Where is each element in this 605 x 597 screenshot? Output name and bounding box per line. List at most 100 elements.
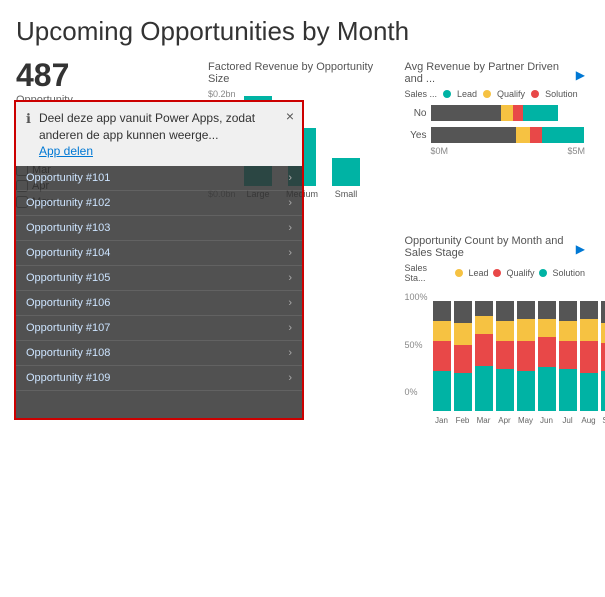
- info-icon: ℹ: [26, 111, 31, 127]
- tooltip-content: Deel deze app vanuit Power Apps, zodat a…: [39, 110, 292, 158]
- x-feb: Feb: [454, 416, 472, 425]
- tooltip-link[interactable]: App delen: [39, 144, 292, 158]
- overlay-panel: ℹ Deel deze app vanuit Power Apps, zodat…: [14, 100, 304, 420]
- hbar-x-axis: $0M $5M: [405, 146, 586, 156]
- opp-arrow-102: ›: [288, 197, 292, 209]
- stacked-col-sep: [601, 301, 605, 411]
- stacked-chart-title: Opportunity Count by Month and Sales Sta…: [405, 235, 576, 259]
- opp-name-102: Opportunity #102: [26, 197, 110, 209]
- hbar-legend-sales: Sales ...: [405, 89, 438, 99]
- hbar-seg-yes-2: [516, 127, 530, 143]
- stacked-solution-dot: [539, 269, 547, 277]
- stacked-col-aug: [580, 301, 598, 411]
- opp-name-108: Opportunity #108: [26, 347, 110, 359]
- opp-name-109: Opportunity #109: [26, 372, 110, 384]
- stacked-legend: Sales Sta... Lead Qualify Solution: [405, 263, 586, 283]
- stacked-col-jan: [433, 301, 451, 411]
- page-title: Upcoming Opportunities by Month: [16, 16, 589, 47]
- opp-name-101: Opportunity #101: [26, 172, 110, 184]
- hbar-row-no: No: [405, 105, 586, 121]
- list-item[interactable]: Opportunity #105 ›: [16, 266, 302, 291]
- hbar-seg-yes-1: [431, 127, 516, 143]
- solution-dot: [531, 90, 539, 98]
- hbar-chart-title-row: Avg Revenue by Partner Driven and ... ▶: [405, 61, 586, 89]
- x-mar: Mar: [475, 416, 493, 425]
- stacked-col-apr: [496, 301, 514, 411]
- hbar-x-0: $0M: [431, 146, 449, 156]
- stacked-col-jun: [538, 301, 556, 411]
- hbar-seg-yes-3: [530, 127, 542, 143]
- opp-arrow-105: ›: [288, 272, 292, 284]
- list-item[interactable]: Opportunity #106 ›: [16, 291, 302, 316]
- stacked-chart-area: 100% 50% 0%: [405, 287, 586, 427]
- stacked-bars-row: [405, 291, 605, 411]
- list-item[interactable]: Opportunity #108 ›: [16, 341, 302, 366]
- opp-name-106: Opportunity #106: [26, 297, 110, 309]
- x-jun: Jun: [538, 416, 556, 425]
- list-item[interactable]: Opportunity #109 ›: [16, 366, 302, 391]
- stacked-legend-sales: Sales Sta...: [405, 263, 451, 283]
- list-item[interactable]: Opportunity #101 ›: [16, 166, 302, 191]
- stacked-x-labels: Jan Feb Mar Apr May Jun Jul Aug Sep: [405, 416, 605, 425]
- stacked-chart-title-row: Opportunity Count by Month and Sales Sta…: [405, 235, 586, 263]
- bar-rect-small: [332, 158, 360, 186]
- hbar-chart-title: Avg Revenue by Partner Driven and ...: [405, 61, 576, 85]
- hbar-stack-yes: [431, 127, 584, 143]
- hbar-chart-panel: Avg Revenue by Partner Driven and ... ▶ …: [401, 57, 590, 223]
- hbar-legend: Sales ... Lead Qualify Solution: [405, 89, 586, 99]
- bar-label-small: Small: [335, 189, 358, 199]
- stacked-col-jul: [559, 301, 577, 411]
- stacked-col-feb: [454, 301, 472, 411]
- hbar-seg-no-1: [431, 105, 501, 121]
- hbar-nav-arrow[interactable]: ▶: [576, 68, 585, 82]
- close-icon[interactable]: ×: [286, 108, 294, 124]
- x-apr: Apr: [496, 416, 514, 425]
- tooltip-banner: ℹ Deel deze app vanuit Power Apps, zodat…: [16, 102, 302, 166]
- page-container: Upcoming Opportunities by Month 487 Oppo…: [0, 0, 605, 597]
- opp-name-107: Opportunity #107: [26, 322, 110, 334]
- stacked-col-may: [517, 301, 535, 411]
- stacked-legend-qualify: Qualify: [506, 268, 534, 278]
- hbar-label-no: No: [405, 108, 427, 119]
- stacked-nav-arrow[interactable]: ▶: [576, 242, 585, 256]
- stacked-col-mar: [475, 301, 493, 411]
- tooltip-text: Deel deze app vanuit Power Apps, zodat a…: [39, 110, 292, 144]
- hbar-label-yes: Yes: [405, 130, 427, 141]
- opp-arrow-107: ›: [288, 322, 292, 334]
- hbar-seg-no-4: [523, 105, 558, 121]
- hbar-x-5: $5M: [567, 146, 585, 156]
- opp-arrow-108: ›: [288, 347, 292, 359]
- bar-chart-title: Factored Revenue by Opportunity Size: [208, 61, 389, 85]
- qualify-dot: [483, 90, 491, 98]
- opp-arrow-104: ›: [288, 247, 292, 259]
- hbar-legend-solution: Solution: [545, 89, 578, 99]
- hbar-seg-no-3: [513, 105, 523, 121]
- list-item[interactable]: Opportunity #102 ›: [16, 191, 302, 216]
- opp-name-103: Opportunity #103: [26, 222, 110, 234]
- x-jul: Jul: [559, 416, 577, 425]
- bottom-right: Opportunity Count by Month and Sales Sta…: [401, 231, 590, 431]
- x-sep: Sep: [601, 416, 605, 425]
- stat-number: 487: [16, 57, 196, 94]
- hbar-legend-lead: Lead: [457, 89, 477, 99]
- list-item[interactable]: Opportunity #107 ›: [16, 316, 302, 341]
- list-item[interactable]: Opportunity #104 ›: [16, 241, 302, 266]
- stacked-legend-solution: Solution: [552, 268, 585, 278]
- hbar-stack-no: [431, 105, 558, 121]
- x-jan: Jan: [433, 416, 451, 425]
- x-may: May: [517, 416, 535, 425]
- x-aug: Aug: [580, 416, 598, 425]
- opp-name-104: Opportunity #104: [26, 247, 110, 259]
- hbar-legend-qualify: Qualify: [497, 89, 525, 99]
- hbar-seg-no-2: [501, 105, 513, 121]
- hbar-seg-yes-4: [542, 127, 584, 143]
- opp-arrow-106: ›: [288, 297, 292, 309]
- lead-dot: [443, 90, 451, 98]
- hbar-row-yes: Yes: [405, 127, 586, 143]
- opp-name-105: Opportunity #105: [26, 272, 110, 284]
- bar-small: Small: [332, 158, 360, 199]
- list-item[interactable]: Opportunity #103 ›: [16, 216, 302, 241]
- opp-arrow-109: ›: [288, 372, 292, 384]
- opp-arrow-103: ›: [288, 222, 292, 234]
- stacked-lead-dot: [455, 269, 463, 277]
